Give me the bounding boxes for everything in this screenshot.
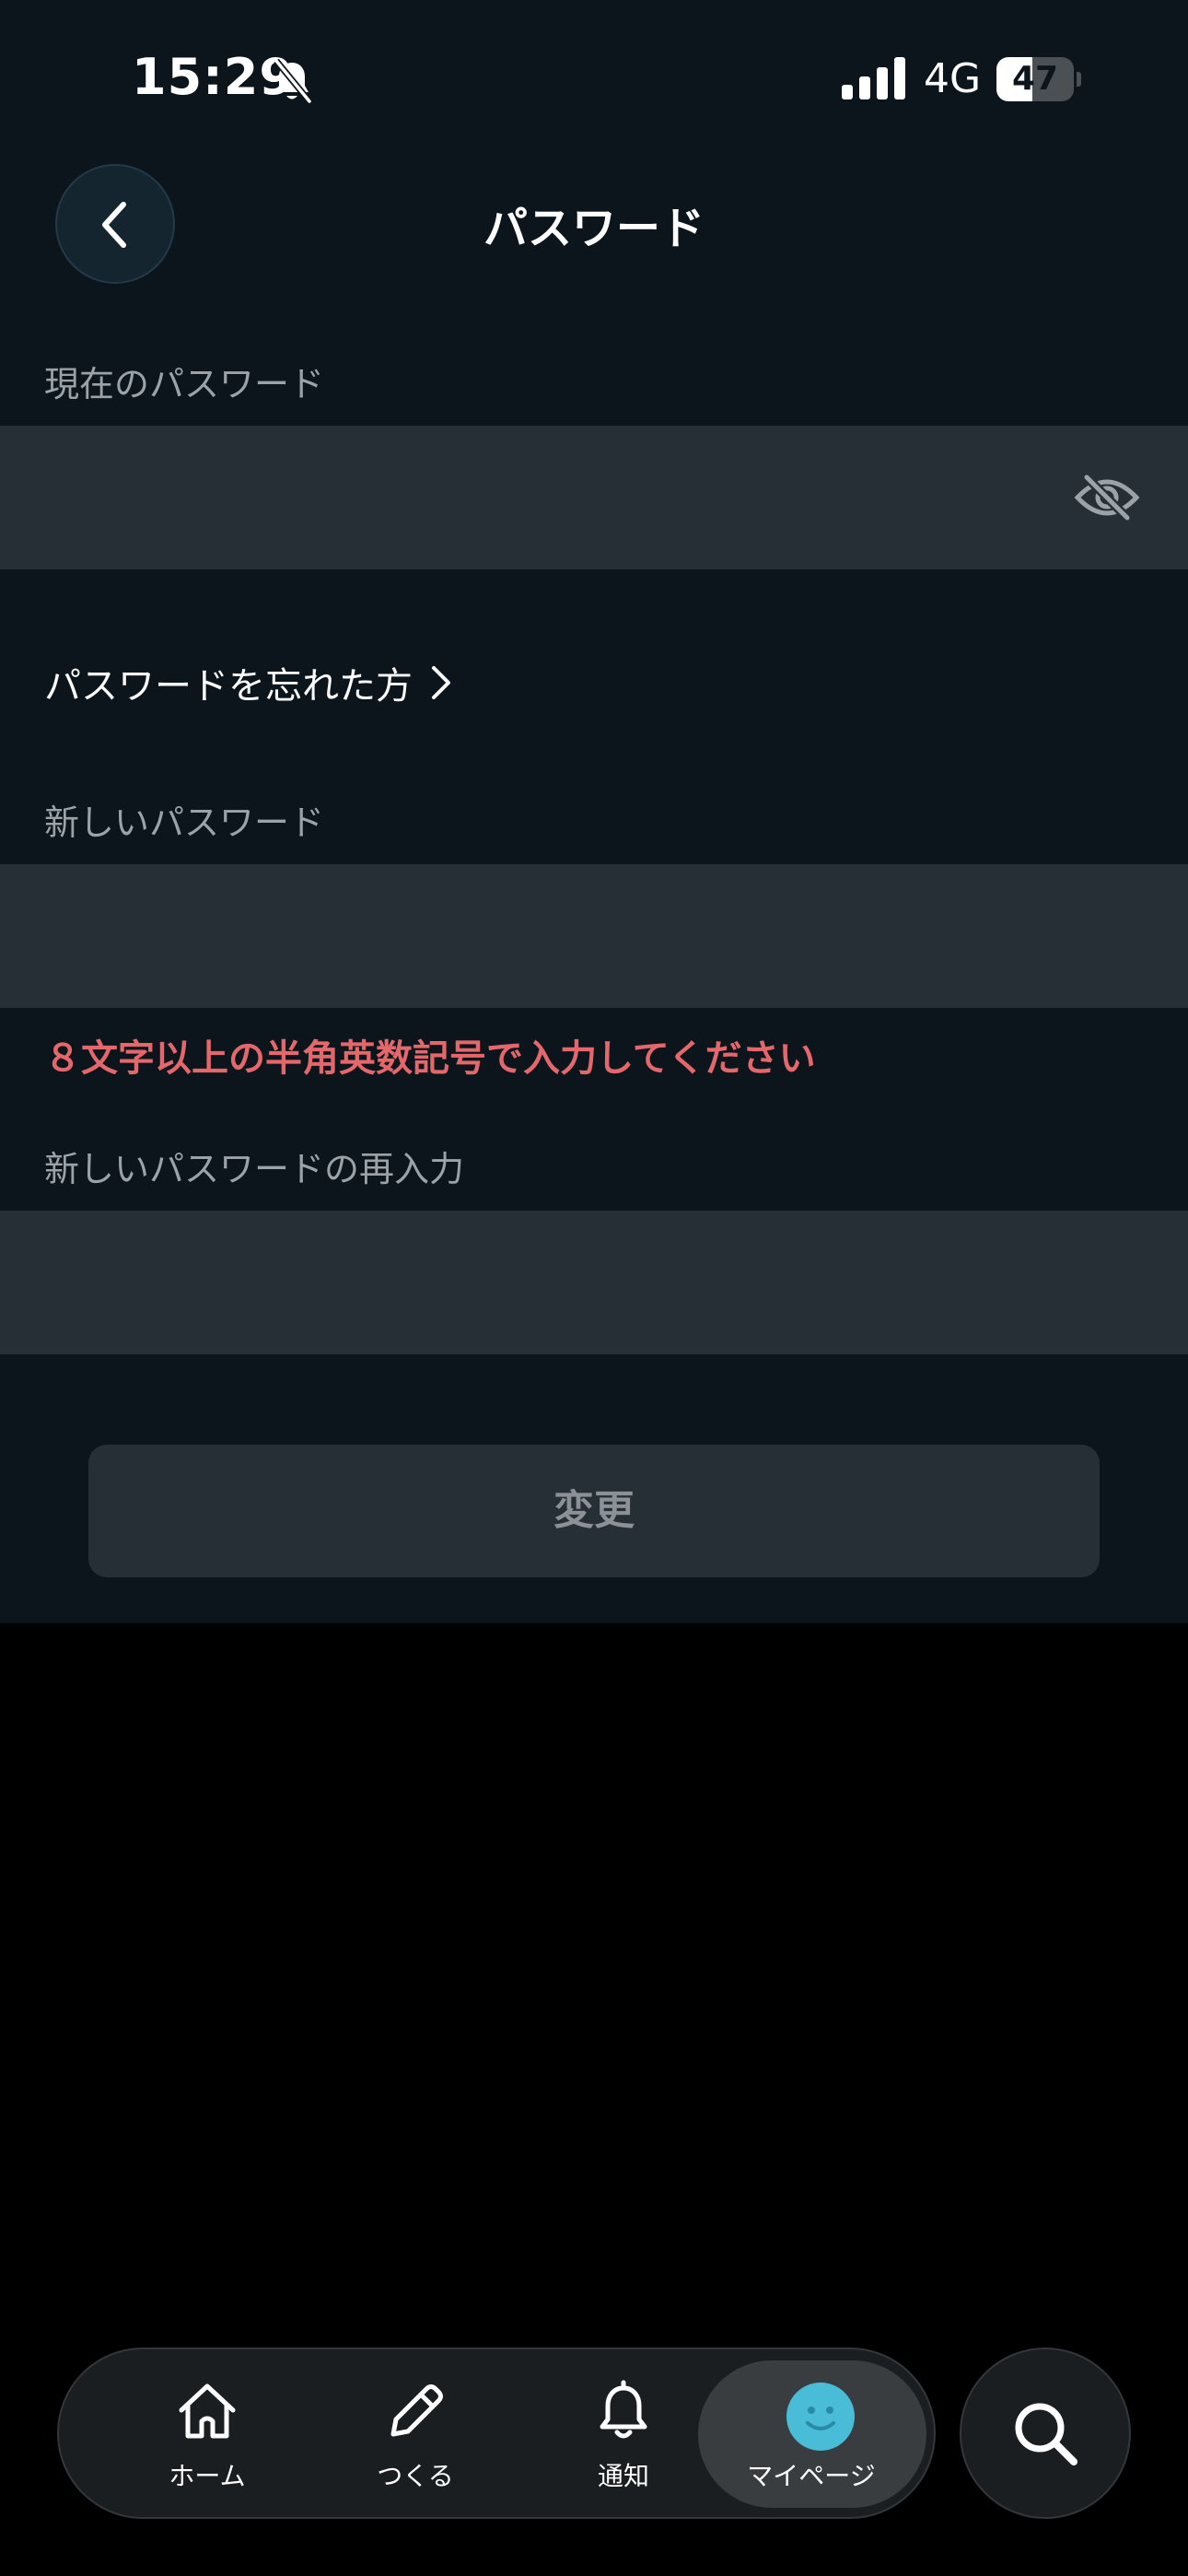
validation-error-message: ８文字以上の半角英数記号で入力してください <box>44 1037 816 1080</box>
tab-home[interactable]: ホーム <box>103 2349 311 2517</box>
tab-mypage-label: マイページ <box>747 2461 876 2491</box>
tab-home-label: ホーム <box>169 2461 246 2491</box>
tab-notifications-label: 通知 <box>597 2461 649 2491</box>
forgot-password-label: パスワードを忘れた方 <box>44 665 413 708</box>
search-button[interactable] <box>960 2348 1131 2519</box>
tab-bar: ホーム つくる 通知 マイページ <box>57 2348 936 2519</box>
search-icon <box>1015 2403 1077 2465</box>
new-password-label: 新しいパスワード <box>44 802 325 843</box>
bell-icon <box>600 2380 647 2439</box>
tab-notifications[interactable]: 通知 <box>519 2349 728 2517</box>
network-type: 4G <box>924 55 982 102</box>
change-password-button[interactable]: 変更 <box>88 1445 1100 1577</box>
bell-off-icon <box>274 58 312 104</box>
home-icon <box>179 2383 236 2439</box>
current-password-label: 現在のパスワード <box>44 364 325 404</box>
confirm-password-label: 新しいパスワードの再入力 <box>44 1149 465 1189</box>
eye-off-icon[interactable] <box>1074 472 1140 523</box>
tab-mypage[interactable]: マイページ <box>707 2349 915 2517</box>
pencil-icon <box>390 2384 443 2437</box>
tab-create-label: つくる <box>377 2461 454 2491</box>
tab-create[interactable]: つくる <box>311 2349 519 2517</box>
battery-indicator: 47 <box>996 57 1081 101</box>
battery-cap <box>1077 72 1081 87</box>
chevron-right-icon <box>432 666 450 699</box>
confirm-password-field[interactable] <box>0 1211 1188 1354</box>
battery-percent: 47 <box>1011 60 1059 98</box>
new-password-field[interactable] <box>0 864 1188 1008</box>
forgot-password-link[interactable]: パスワードを忘れた方 <box>44 656 453 709</box>
current-password-field[interactable] <box>0 426 1188 569</box>
signal-icon <box>842 57 905 100</box>
page-title: パスワード <box>483 203 705 254</box>
avatar <box>786 2383 855 2451</box>
avatar-smile-icon <box>806 2406 835 2430</box>
